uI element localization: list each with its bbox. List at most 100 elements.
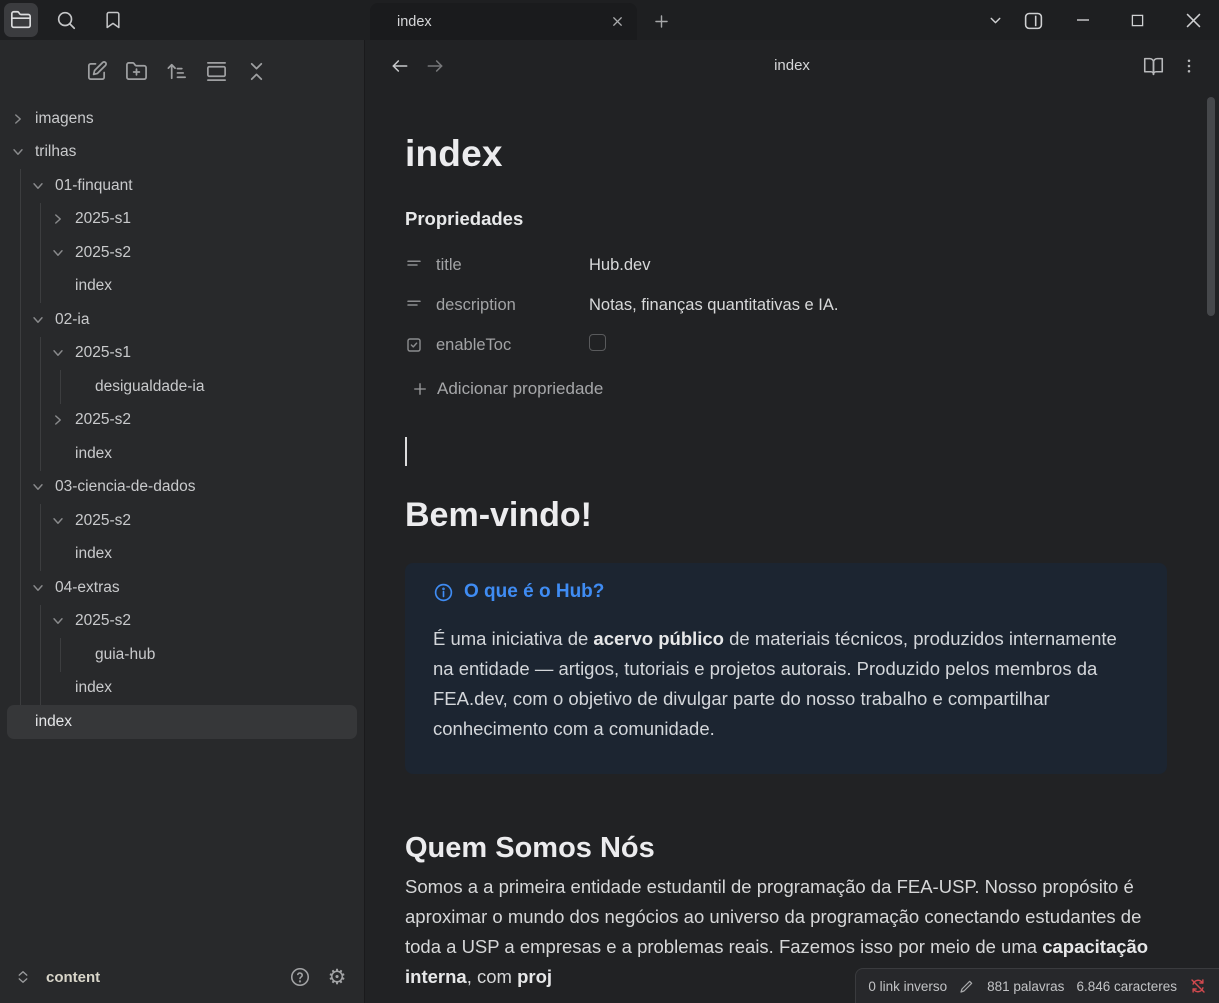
gallery-view-button[interactable] <box>205 60 228 83</box>
tree-folder-04-extras[interactable]: 04-extras <box>7 571 357 605</box>
indent-guide <box>40 203 41 304</box>
tree-item-label: guia-hub <box>7 646 155 664</box>
tree-item-label: index <box>7 713 72 731</box>
add-property-button[interactable]: Adicionar propriedade <box>405 373 1167 405</box>
vault-name[interactable]: content <box>46 969 100 986</box>
about-heading: Quem Somos Nós <box>405 830 1167 866</box>
chevron-down-icon[interactable] <box>30 580 46 596</box>
property-row-description[interactable]: description Notas, finanças quantitativa… <box>405 285 1167 325</box>
chevron-right-icon[interactable] <box>50 412 66 428</box>
sync-error-icon[interactable] <box>1189 977 1207 995</box>
property-row-enabletoc[interactable]: enableToc <box>405 325 1167 365</box>
minimize-icon <box>1076 13 1090 27</box>
property-value[interactable]: Hub.dev <box>589 256 650 275</box>
add-property-label: Adicionar propriedade <box>437 379 603 399</box>
tree-folder-02-ia[interactable]: 02-ia <box>7 303 357 337</box>
property-key[interactable]: enableToc <box>436 336 589 355</box>
tree-item-label: 01-finquant <box>7 177 133 195</box>
chevron-down-icon[interactable] <box>30 312 46 328</box>
tree-folder-01-finquant[interactable]: 01-finquant <box>7 169 357 203</box>
welcome-heading: Bem-vindo! <box>405 494 1167 536</box>
tree-folder-03-ciencia-de-dados[interactable]: 03-ciencia-de-dados <box>7 471 357 505</box>
new-folder-button[interactable] <box>125 60 148 83</box>
info-callout: O que é o Hub? É uma iniciativa de acerv… <box>405 563 1167 774</box>
tree-folder-2025-s1[interactable]: 2025-s1 <box>7 203 357 237</box>
chevron-right-icon[interactable] <box>50 211 66 227</box>
maximize-button[interactable] <box>1125 8 1149 32</box>
indent-guide <box>20 169 21 705</box>
properties-list: title Hub.dev description Notas, finança… <box>405 245 1167 365</box>
tree-file-index[interactable]: index <box>7 705 357 739</box>
chevron-down-icon[interactable] <box>30 178 46 194</box>
editor-pane: index index Propriedades title Hub.dev <box>365 40 1219 1003</box>
scrollbar-thumb[interactable] <box>1207 97 1215 316</box>
chevron-down-icon[interactable] <box>50 245 66 261</box>
minimize-button[interactable] <box>1071 8 1095 32</box>
more-options-button[interactable] <box>1177 54 1201 78</box>
tree-folder-2025-s1[interactable]: 2025-s1 <box>7 337 357 371</box>
callout-title: O que é o Hub? <box>433 580 1141 604</box>
tree-folder-2025-s2[interactable]: 2025-s2 <box>7 236 357 270</box>
search-icon <box>55 9 77 31</box>
help-icon <box>289 966 311 988</box>
help-button[interactable] <box>287 964 313 990</box>
property-key[interactable]: title <box>436 256 589 275</box>
edit-mode-icon[interactable] <box>959 978 975 994</box>
tree-item-label: 2025-s2 <box>7 512 131 530</box>
property-row-title[interactable]: title Hub.dev <box>405 245 1167 285</box>
note-content[interactable]: index Propriedades title Hub.dev descrip… <box>405 132 1167 992</box>
property-key[interactable]: description <box>436 296 589 315</box>
enabletoc-checkbox[interactable] <box>589 334 606 351</box>
new-tab-button[interactable] <box>648 8 674 34</box>
chevron-down-icon[interactable] <box>50 613 66 629</box>
tree-item-label: 2025-s1 <box>7 210 131 228</box>
tree-folder-2025-s2[interactable]: 2025-s2 <box>7 605 357 639</box>
word-count[interactable]: 881 palavras <box>987 979 1064 994</box>
close-window-button[interactable] <box>1181 8 1205 32</box>
align-left-icon <box>405 296 423 314</box>
bold-text: proj <box>517 966 552 987</box>
sort-order-button[interactable] <box>165 60 188 83</box>
tree-file-index[interactable]: index <box>7 672 357 706</box>
search-sidebar-tab[interactable] <box>49 3 83 37</box>
chevron-right-icon[interactable] <box>10 111 26 127</box>
character-count[interactable]: 6.846 caracteres <box>1076 979 1177 994</box>
tree-item-label: index <box>7 277 112 295</box>
chevron-down-icon[interactable] <box>50 513 66 529</box>
inline-note-title[interactable]: index <box>405 132 1167 176</box>
toggle-right-sidebar-button[interactable] <box>1021 8 1045 32</box>
tree-file-index[interactable]: index <box>7 437 357 471</box>
note-header: index <box>365 40 1219 90</box>
files-sidebar-tab[interactable] <box>4 3 38 37</box>
file-tree: imagenstrilhas01-finquant2025-s12025-s2i… <box>0 102 364 947</box>
tree-folder-imagens[interactable]: imagens <box>7 102 357 136</box>
bold-text: acervo público <box>593 628 724 649</box>
tree-item-label: 2025-s2 <box>7 244 131 262</box>
settings-button[interactable]: ⚙ <box>324 964 350 990</box>
tree-file-index[interactable]: index <box>7 538 357 572</box>
title-bar: index <box>0 0 1219 40</box>
backlinks-count[interactable]: 0 link inverso <box>868 979 947 994</box>
chevron-down-icon[interactable] <box>50 345 66 361</box>
chevron-down-icon[interactable] <box>10 144 26 160</box>
reading-view-button[interactable] <box>1141 54 1165 78</box>
chevron-down-icon[interactable] <box>30 479 46 495</box>
tree-folder-2025-s2[interactable]: 2025-s2 <box>7 404 357 438</box>
tab-list-button[interactable] <box>983 8 1007 32</box>
tree-folder-trilhas[interactable]: trilhas <box>7 136 357 170</box>
tab-close-icon[interactable] <box>610 14 625 29</box>
tree-folder-2025-s2[interactable]: 2025-s2 <box>7 504 357 538</box>
bookmarks-sidebar-tab[interactable] <box>96 3 130 37</box>
kebab-icon <box>1180 57 1198 75</box>
property-value[interactable]: Notas, finanças quantitativas e IA. <box>589 296 838 315</box>
tree-file-index[interactable]: index <box>7 270 357 304</box>
note-header-title: index <box>365 40 1219 90</box>
tab-index[interactable]: index <box>370 3 637 40</box>
indent-guide <box>60 370 61 404</box>
new-note-button[interactable] <box>85 60 108 83</box>
vault-switcher-button[interactable] <box>14 968 32 986</box>
gallery-vertical-icon <box>205 60 228 83</box>
folder-icon <box>10 9 32 31</box>
chevron-down-icon <box>987 12 1004 29</box>
collapse-all-button[interactable] <box>245 60 268 83</box>
